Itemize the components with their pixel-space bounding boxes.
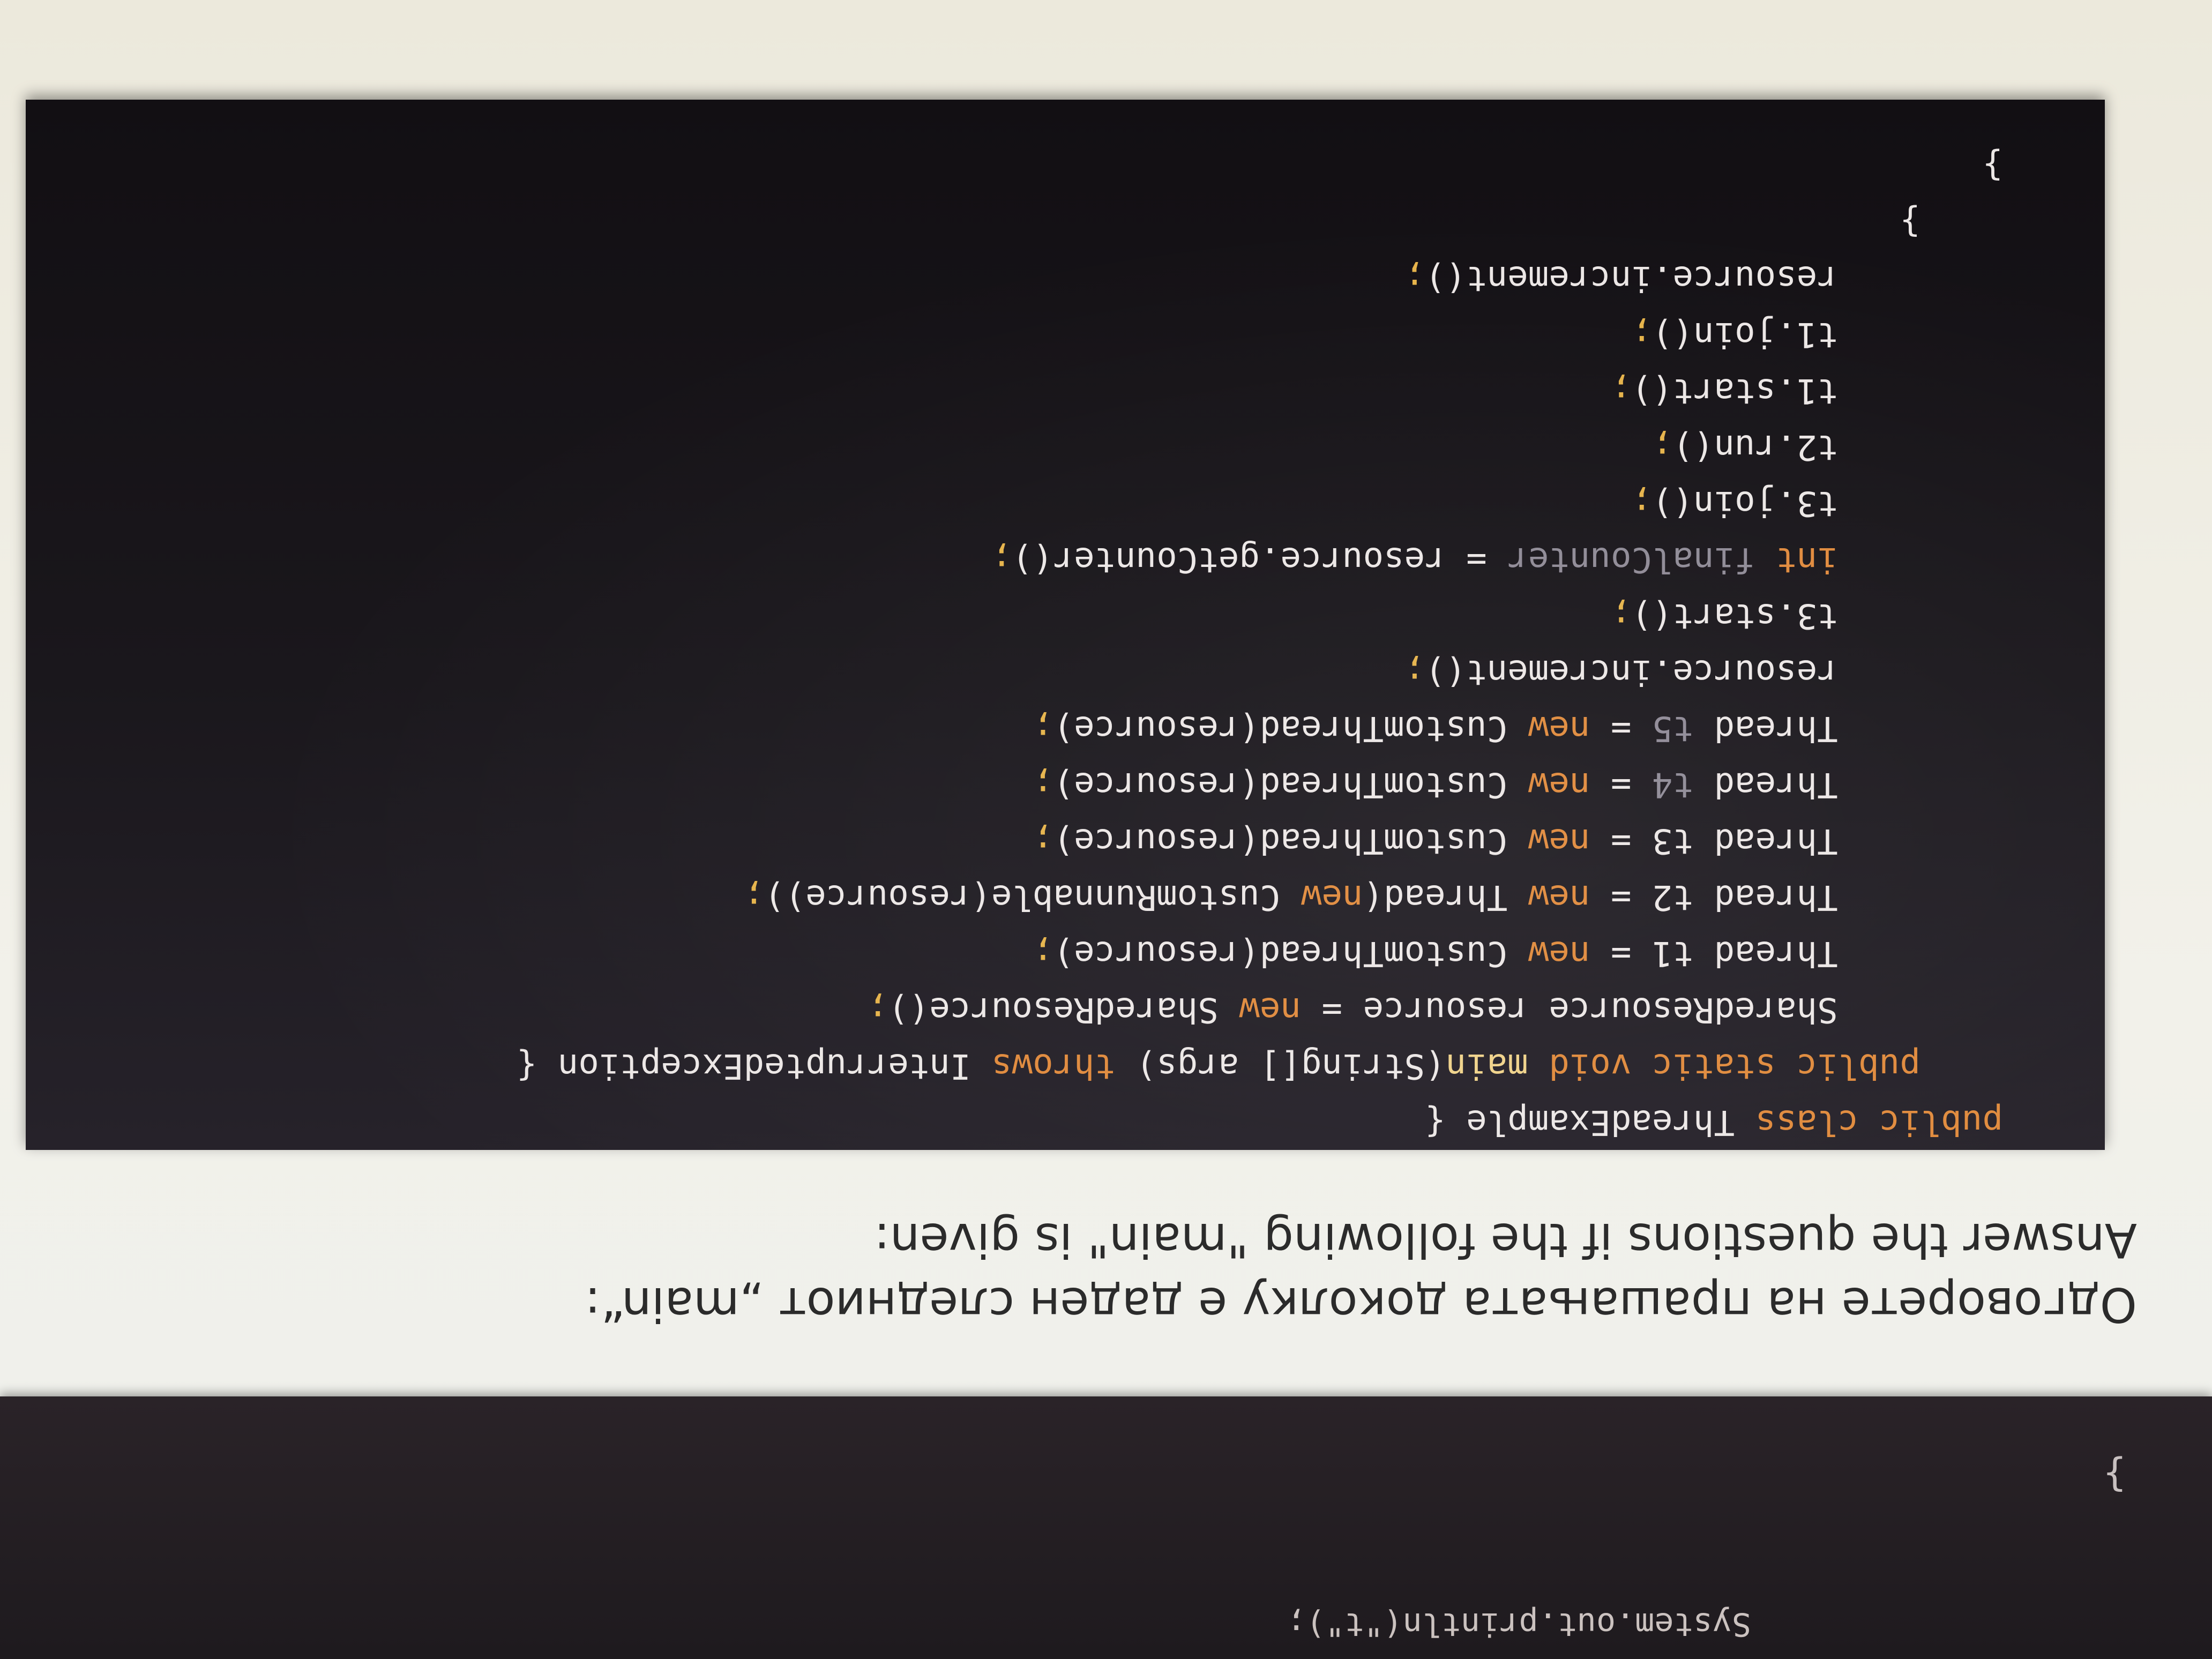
code-token: SharedResource() [888,990,1219,1029]
code-token: (String[] args) [1115,1046,1446,1086]
code-token: new [1507,765,1590,804]
code-token: resource.increment() [1425,258,2003,298]
code-token: Thread t3 = [1590,821,2003,861]
code-token: t5 [1651,708,1694,748]
partial-code-line: System.out.println("t"); [1287,1605,1751,1643]
code-line: t2.run(); [1651,427,2003,467]
code-token: new [1507,933,1590,973]
code-token: ; [867,990,888,1029]
code-token: ; [1651,427,1673,467]
code-token: ; [1610,596,1632,636]
code-token: ThreadExample { [1425,1102,1735,1142]
code-token: = resource.getCounter() [1012,540,1508,579]
code-token: new [1507,708,1590,748]
code-token: ; [1404,258,1425,298]
code-token: Thread [1693,708,2003,748]
code-token: CustomThread(resource) [1053,933,1508,973]
code-token: ; [1610,371,1632,410]
code-token: CustomRunnable(resource)) [764,877,1281,917]
code-token: ; [991,540,1012,579]
code-line: t3.join(); [1631,483,2003,523]
code-line: Thread t4 = new CustomThread(resource); [1033,765,2003,804]
code-token: public class [1735,1102,2003,1142]
code-line: SharedResource resource = new SharedReso… [867,990,2003,1029]
instruction-macedonian: Одговорете на прашањата доколку е даден … [585,1277,2137,1332]
code-line: Thread t3 = new CustomThread(resource); [1033,821,2003,861]
photographed-screen: System.out.println("t"); } Одговорете на… [0,0,2212,1659]
code-token: = [1590,765,1652,804]
code-token: public static void [1528,1046,2003,1086]
code-token: ; [1033,765,1053,804]
code-token: t2.run() [1672,427,2003,467]
code-token: = [1590,708,1652,748]
previous-code-block: System.out.println("t"); } [0,1396,2212,1659]
code-line: public static void main(String[] args) t… [516,1046,2003,1086]
code-line: resource.increment(); [1404,258,2003,298]
code-token: } [1900,202,2003,242]
code-token: ; [1404,652,1425,692]
code-line: t1.join(); [1631,315,2003,354]
code-line: t3.start(); [1610,596,2003,636]
code-token: int [1755,540,2003,579]
code-token: new [1218,990,1301,1029]
code-token: new [1507,821,1590,861]
code-token: ; [1631,483,1652,523]
code-token: ; [1033,708,1053,748]
code-token: Thread( [1363,877,1508,917]
closing-brace: } [2103,1453,2126,1498]
code-token: t3.join() [1651,483,2003,523]
code-token: CustomThread(resource) [1053,765,1508,804]
code-token: Thread [1693,765,2003,804]
code-token: SharedResource resource = [1301,990,2003,1029]
code-token: t4 [1651,765,1694,804]
code-line: Thread t1 = new CustomThread(resource); [1033,933,2003,973]
code-token: ; [743,877,765,917]
code-token: ; [1033,933,1053,973]
code-token: CustomThread(resource) [1053,708,1508,748]
code-line: int finalCounter = resource.getCounter()… [991,540,2003,579]
code-token: ; [1033,821,1053,861]
code-token: ; [1631,315,1652,354]
code-token: main [1445,1046,1528,1086]
code-line: t1.start(); [1610,371,2003,410]
code-token: Thread t2 = [1590,877,2003,917]
code-snippet-panel: public class ThreadExample { public stat… [26,100,2105,1150]
code-token: throws [970,1046,1116,1086]
code-token: t3.start() [1631,596,2003,636]
code-line: } [1900,202,2003,242]
code-line: Thread t2 = new Thread(new CustomRunnabl… [743,877,2003,917]
code-token: Thread t1 = [1590,933,2003,973]
code-line: } [1982,146,2003,185]
code-token: new [1280,877,1363,917]
code-line: resource.increment(); [1404,652,2003,692]
code-token: t1.start() [1631,371,2003,410]
code-token: } [1982,146,2003,185]
code-token: InterruptedException { [516,1046,971,1086]
code-token: t1.join() [1651,315,2003,354]
code-token: new [1507,877,1590,917]
code-token: resource.increment() [1425,652,2003,692]
code-token: finalCounter [1507,540,1755,579]
code-token: CustomThread(resource) [1053,821,1508,861]
code-line: public class ThreadExample { [1425,1102,2003,1142]
code-line: Thread t5 = new CustomThread(resource); [1033,708,2003,748]
instruction-english: Answer the questions if the following "m… [874,1213,2137,1268]
